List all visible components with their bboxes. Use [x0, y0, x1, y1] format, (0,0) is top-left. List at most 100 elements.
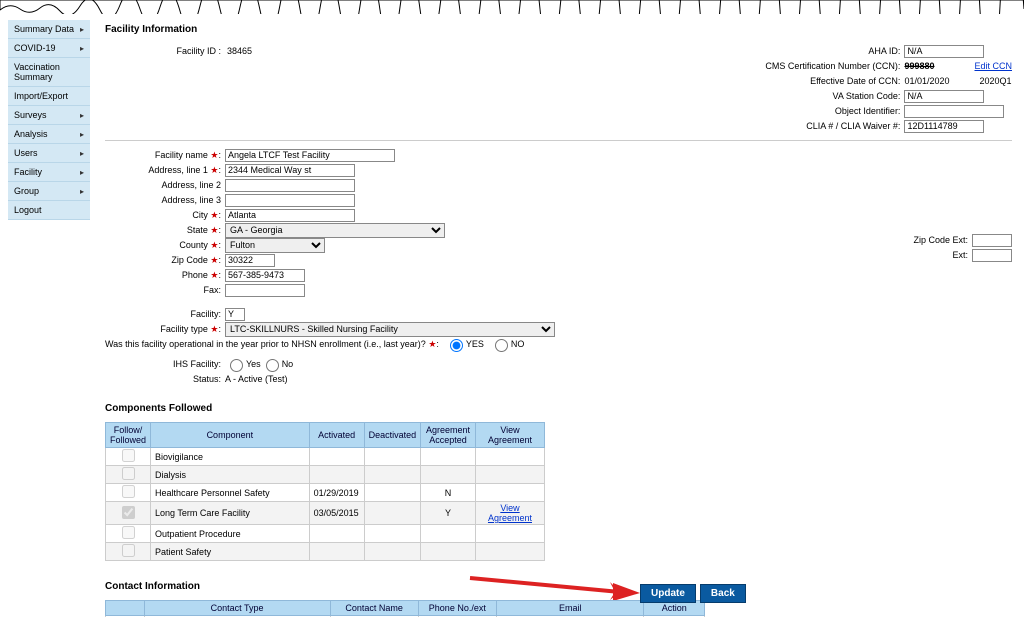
chevron-right-icon: ▸: [80, 149, 84, 158]
chevron-right-icon: ▸: [80, 168, 84, 177]
sidebar-item-summary-data[interactable]: Summary Data▸: [8, 20, 90, 39]
divider: [105, 140, 1012, 141]
sidebar-item-facility[interactable]: Facility▸: [8, 163, 90, 182]
components-cell: 01/29/2019: [309, 484, 364, 502]
aha-input[interactable]: [904, 45, 984, 58]
obj-input[interactable]: [904, 105, 1004, 118]
ihs-no-radio[interactable]: [266, 359, 279, 372]
sidebar-item-analysis[interactable]: Analysis▸: [8, 125, 90, 144]
chevron-right-icon: ▸: [80, 187, 84, 196]
components-cell: Y: [421, 502, 476, 525]
update-button[interactable]: Update: [640, 584, 696, 603]
components-cell: [475, 525, 544, 543]
components-cell: [309, 466, 364, 484]
operational-yes-radio[interactable]: [450, 339, 463, 352]
components-header: View Agreement: [475, 423, 544, 448]
chevron-right-icon: ▸: [80, 111, 84, 120]
sidebar-item-vaccination-summary[interactable]: Vaccination Summary: [8, 58, 90, 87]
state-select[interactable]: GA - Georgia: [225, 223, 445, 238]
clia-input[interactable]: [904, 120, 984, 133]
ihs-no-label: No: [282, 359, 294, 369]
ext-input[interactable]: [972, 249, 1012, 262]
component-checkbox[interactable]: [122, 544, 135, 557]
sidebar-item-users[interactable]: Users ▸: [8, 144, 90, 163]
components-row: Biovigilance: [106, 448, 545, 466]
ihs-yes-radio[interactable]: [230, 359, 243, 372]
components-cell: [421, 466, 476, 484]
contacts-header: Contact Type: [144, 601, 330, 616]
facilityfield-input[interactable]: [225, 308, 245, 321]
sidebar-item-label: Logout: [14, 205, 42, 215]
contacts-header: Contact Name: [330, 601, 418, 616]
city-input[interactable]: [225, 209, 355, 222]
sidebar-item-surveys[interactable]: Surveys ▸: [8, 106, 90, 125]
page-title: Facility Information: [105, 24, 1012, 35]
addr3-input[interactable]: [225, 194, 355, 207]
eff-extra: 2020Q1: [979, 76, 1011, 86]
components-cell: [364, 484, 421, 502]
sidebar-item-group[interactable]: Group ▸: [8, 182, 90, 201]
facility-form-left: Facility name ★: Address, line 1 ★: Addr…: [105, 147, 555, 387]
status-label: Status:: [105, 374, 225, 384]
operational-no-radio[interactable]: [495, 339, 508, 352]
components-cell: [309, 525, 364, 543]
components-cell: [364, 466, 421, 484]
sidebar-item-label: Surveys: [14, 110, 47, 120]
county-select[interactable]: Fulton: [225, 238, 325, 253]
components-cell: Biovigilance: [151, 448, 310, 466]
addr1-label: Address, line 1: [148, 165, 208, 175]
sidebar-item-covid-19[interactable]: COVID-19▸: [8, 39, 90, 58]
components-header: Component: [151, 423, 310, 448]
components-cell: Dialysis: [151, 466, 310, 484]
sidebar-item-import-export[interactable]: Import/Export: [8, 87, 90, 106]
phone-input[interactable]: [225, 269, 305, 282]
contacts-table: Contact TypeContact NamePhone No./extEma…: [105, 600, 705, 617]
sidebar-item-label: Users: [14, 148, 38, 158]
component-checkbox[interactable]: [122, 485, 135, 498]
components-title: Components Followed: [105, 403, 1012, 414]
facility-name-input[interactable]: [225, 149, 395, 162]
components-cell: [475, 448, 544, 466]
components-cell: Healthcare Personnel Safety: [151, 484, 310, 502]
county-label: County: [179, 240, 208, 250]
main-content: Facility Information Facility ID : 38465…: [105, 20, 1012, 607]
components-header: AgreementAccepted: [421, 423, 476, 448]
components-cell: [475, 466, 544, 484]
sidebar-item-logout[interactable]: Logout: [8, 201, 90, 220]
torn-edge: [0, 0, 1024, 14]
contacts-title: Contact Information: [105, 581, 1012, 592]
zip-label: Zip Code: [171, 255, 208, 265]
addr2-input[interactable]: [225, 179, 355, 192]
chevron-right-icon: ▸: [80, 130, 84, 139]
right-info-block: AHA ID: CMS Certification Number (CCN):9…: [729, 43, 1012, 134]
fax-input[interactable]: [225, 284, 305, 297]
top-info-area: Facility ID : 38465 AHA ID: CMS Certific…: [105, 43, 1012, 134]
component-checkbox[interactable]: [122, 467, 135, 480]
va-input[interactable]: [904, 90, 984, 103]
components-row: Healthcare Personnel Safety01/29/2019N: [106, 484, 545, 502]
components-cell: [364, 525, 421, 543]
back-button[interactable]: Back: [700, 584, 746, 603]
addr1-input[interactable]: [225, 164, 355, 177]
zip-input[interactable]: [225, 254, 275, 267]
facilityfield-label: Facility:: [105, 309, 225, 319]
components-row: Long Term Care Facility03/05/2015YView A…: [106, 502, 545, 525]
edit-ccn-link[interactable]: Edit CCN: [974, 61, 1012, 71]
view-agreement-link[interactable]: View Agreement: [488, 503, 532, 523]
factype-select[interactable]: LTC-SKILLNURS - Skilled Nursing Facility: [225, 322, 555, 337]
city-label: City: [192, 210, 208, 220]
component-checkbox[interactable]: [122, 449, 135, 462]
zipext-input[interactable]: [972, 234, 1012, 247]
component-checkbox[interactable]: [122, 526, 135, 539]
contacts-header: Phone No./ext: [418, 601, 496, 616]
ext-label: Ext:: [797, 250, 972, 260]
operational-label: Was this facility operational in the yea…: [105, 339, 426, 349]
component-checkbox[interactable]: [122, 506, 135, 519]
components-cell: View Agreement: [475, 502, 544, 525]
components-cell: [364, 543, 421, 561]
sidebar-item-label: Group: [14, 186, 39, 196]
ccn-label: CMS Certification Number (CCN):: [729, 61, 904, 71]
eff-label: Effective Date of CCN:: [729, 76, 904, 86]
clia-label: CLIA # / CLIA Waiver #:: [729, 121, 904, 131]
aha-label: AHA ID:: [729, 46, 904, 56]
